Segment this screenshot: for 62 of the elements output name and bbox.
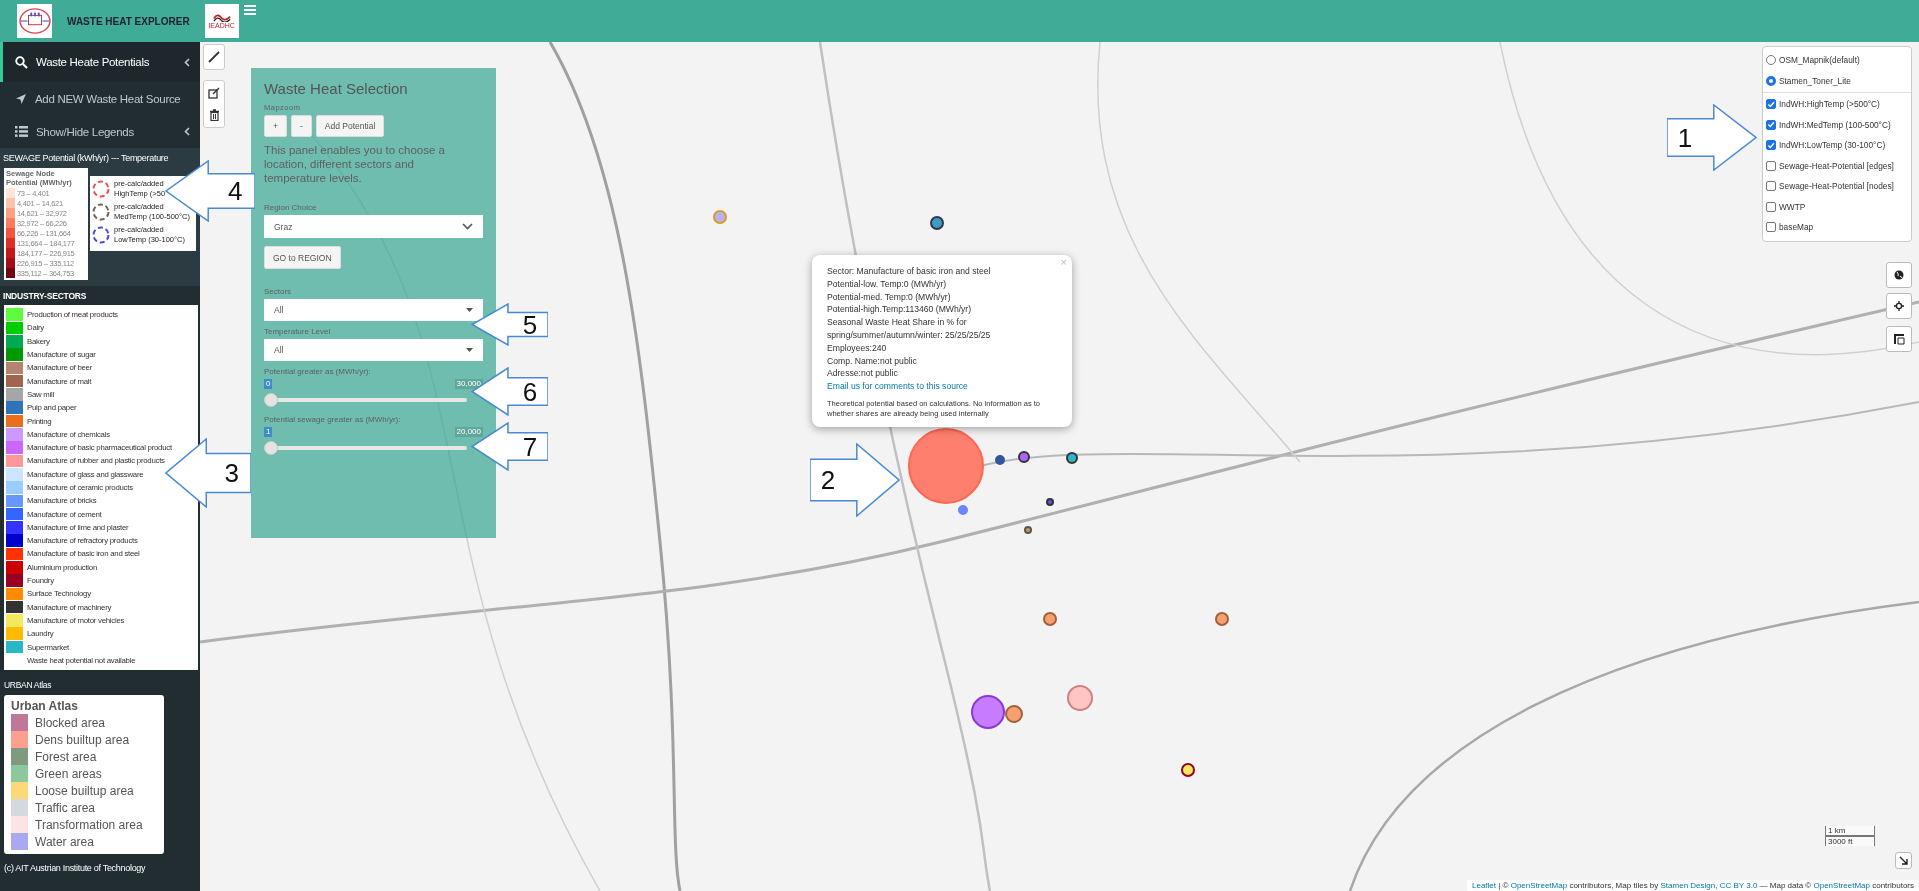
popup-text: Adresse:not public xyxy=(827,367,899,381)
attribution-link[interactable]: Leaflet xyxy=(1472,881,1497,890)
field-label: Temperature Level xyxy=(264,327,332,336)
map-attribution: Leaflet | © OpenStreetMap contributors, Map tiles by Stamen Design, CC BY 3.0 — Map data © OpenStreetMap contributors xyxy=(1467,880,1919,891)
popup-text: Comp. Name:not public xyxy=(827,354,918,368)
callout-arrow: 1 xyxy=(1667,104,1757,171)
sidebar-menu-item[interactable]: Waste Heate Potentials xyxy=(0,42,200,82)
panel-title: Waste Heat Selection xyxy=(264,80,409,97)
layer-label: Stamen_Toner_Lite xyxy=(1779,75,1851,86)
legend-label: Transformation area xyxy=(35,817,143,832)
legend-title: Urban Atlas xyxy=(11,699,79,713)
slider-min-label: 1 xyxy=(264,427,273,437)
copyright-text: (c) AIT Austrian Institute of Technology xyxy=(3,862,147,875)
sidebar-menu-item[interactable]: Show/Hide Legends xyxy=(0,115,200,148)
attribution-link[interactable]: CC BY 3.0 xyxy=(1719,881,1758,890)
attribution-link[interactable]: OpenStreetMap xyxy=(1813,881,1870,890)
layer-label: WWTP xyxy=(1779,201,1806,212)
panel-button[interactable]: + xyxy=(264,115,287,137)
panel-description: This panel enables you to choose a location, different sectors and temperature levels. xyxy=(264,143,446,185)
slider-min-label: 0 xyxy=(264,379,273,389)
field-label: Potential greater as (MWh/yr): xyxy=(264,367,372,376)
legend-label: Water area xyxy=(35,834,94,849)
popup-text: Employees:240 xyxy=(827,341,888,355)
legend-label: Forest area xyxy=(35,749,97,764)
scale-label: 1 km xyxy=(1825,826,1875,836)
popup-text: Seasonal Waste Heat Share in % for spring/summer/autumn/winter: 25/25/25/25 xyxy=(827,316,992,342)
panel-button[interactable]: Add Potential xyxy=(315,115,385,137)
legend-label: Traffic area xyxy=(35,800,96,815)
callout-arrow: 5 xyxy=(471,303,548,346)
region-select[interactable]: Graz xyxy=(264,215,483,238)
email-link[interactable]: Email us for comments to this source xyxy=(827,380,1058,394)
popup-text: Potential-high.Temp:113460 (MWh/yr) xyxy=(827,303,973,317)
legend-label: Green areas xyxy=(35,766,102,781)
layer-label: Sewage-Heat-Potential [nodes] xyxy=(1779,181,1894,192)
legend-label: Blocked area xyxy=(35,715,106,730)
layer-label: Sewage-Heat-Potential [edges] xyxy=(1779,160,1894,171)
slider-max-label: 20,000 xyxy=(454,427,483,437)
layer-label: IndWH:MedTemp (100-500°C) xyxy=(1779,119,1891,130)
popup-text: Sector: Manufacture of basic iron and steel xyxy=(827,265,992,278)
layer-label: IndWH:HighTemp (>500°C) xyxy=(1779,99,1880,110)
attribution-link[interactable]: OpenStreetMap xyxy=(1510,881,1568,890)
popup-text: Potential-low. Temp:0 (MWh/yr) xyxy=(827,277,948,291)
section-heading: SEWAGE Potential (kWh/yr) --- Temperature xyxy=(0,148,200,166)
field-label: Potential sewage greater as (MWh/yr): xyxy=(264,415,402,424)
sectors-select[interactable]: All xyxy=(264,299,483,321)
callout-arrow: 2 xyxy=(810,443,900,517)
app-title: WASTE HEAT EXPLORER xyxy=(67,15,190,27)
field-label: Region Choice xyxy=(264,203,318,212)
scale-label: 3000 ft xyxy=(1825,836,1875,846)
go-to-region-button[interactable]: GO to REGION xyxy=(264,246,341,269)
section-heading: INDUSTRY-SECTORS xyxy=(2,290,88,303)
legend-label: Dens builtup area xyxy=(35,732,130,747)
section-heading: URBAN Atlas xyxy=(3,679,53,692)
layer-label: baseMap xyxy=(1779,222,1814,233)
layer-label: IndWH:LowTemp (30-100°C) xyxy=(1779,140,1886,151)
layer-label: OSM_Mapnik(default) xyxy=(1779,55,1860,66)
sidebar-menu-item[interactable]: Add NEW Waste Heat Source xyxy=(0,82,200,115)
temperature-select[interactable]: All xyxy=(264,339,483,361)
popup-text: Potential-med. Temp:0 (MWh/yr) xyxy=(827,290,952,304)
panel-button[interactable]: - xyxy=(290,115,312,137)
legend-label: Loose builtup area xyxy=(35,783,134,798)
field-label: Sectors xyxy=(264,287,293,296)
